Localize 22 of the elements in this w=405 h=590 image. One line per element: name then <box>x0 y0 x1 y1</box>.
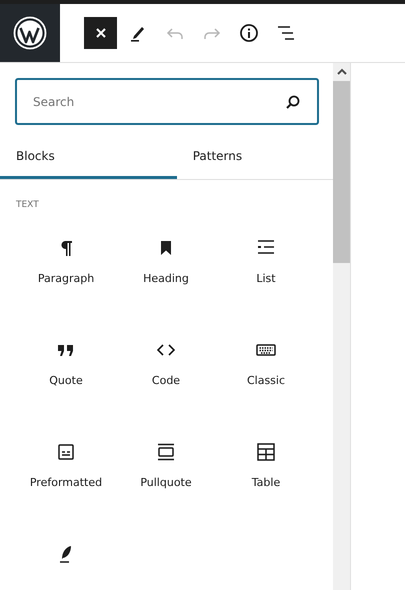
close-button[interactable] <box>84 17 117 49</box>
block-label[interactable]: List <box>256 272 276 285</box>
block-label[interactable]: Heading <box>143 272 189 285</box>
close-icon <box>94 26 108 40</box>
scroll-up-icon[interactable] <box>336 68 346 76</box>
block-label[interactable]: Paragraph <box>38 272 94 285</box>
block-label[interactable]: Table <box>252 476 280 489</box>
category-heading: TEXT <box>15 199 40 210</box>
tab[interactable]: Patterns <box>176 135 333 179</box>
block-label[interactable]: Pullquote <box>140 476 192 489</box>
wordpress-logo[interactable] <box>0 4 60 62</box>
tab[interactable]: Blocks <box>0 135 177 179</box>
search-field[interactable]: Search <box>15 78 319 125</box>
block-label[interactable]: Quote <box>49 374 83 387</box>
search-icon <box>285 94 301 110</box>
block-label[interactable]: Code <box>152 374 180 387</box>
info-icon <box>238 23 258 43</box>
outline-icon <box>276 23 296 43</box>
scrollbar-thumb[interactable] <box>333 81 350 263</box>
block-label[interactable]: Classic <box>246 374 286 387</box>
block-label[interactable]: Preformatted <box>30 476 102 489</box>
scrollbar[interactable] <box>333 63 350 590</box>
